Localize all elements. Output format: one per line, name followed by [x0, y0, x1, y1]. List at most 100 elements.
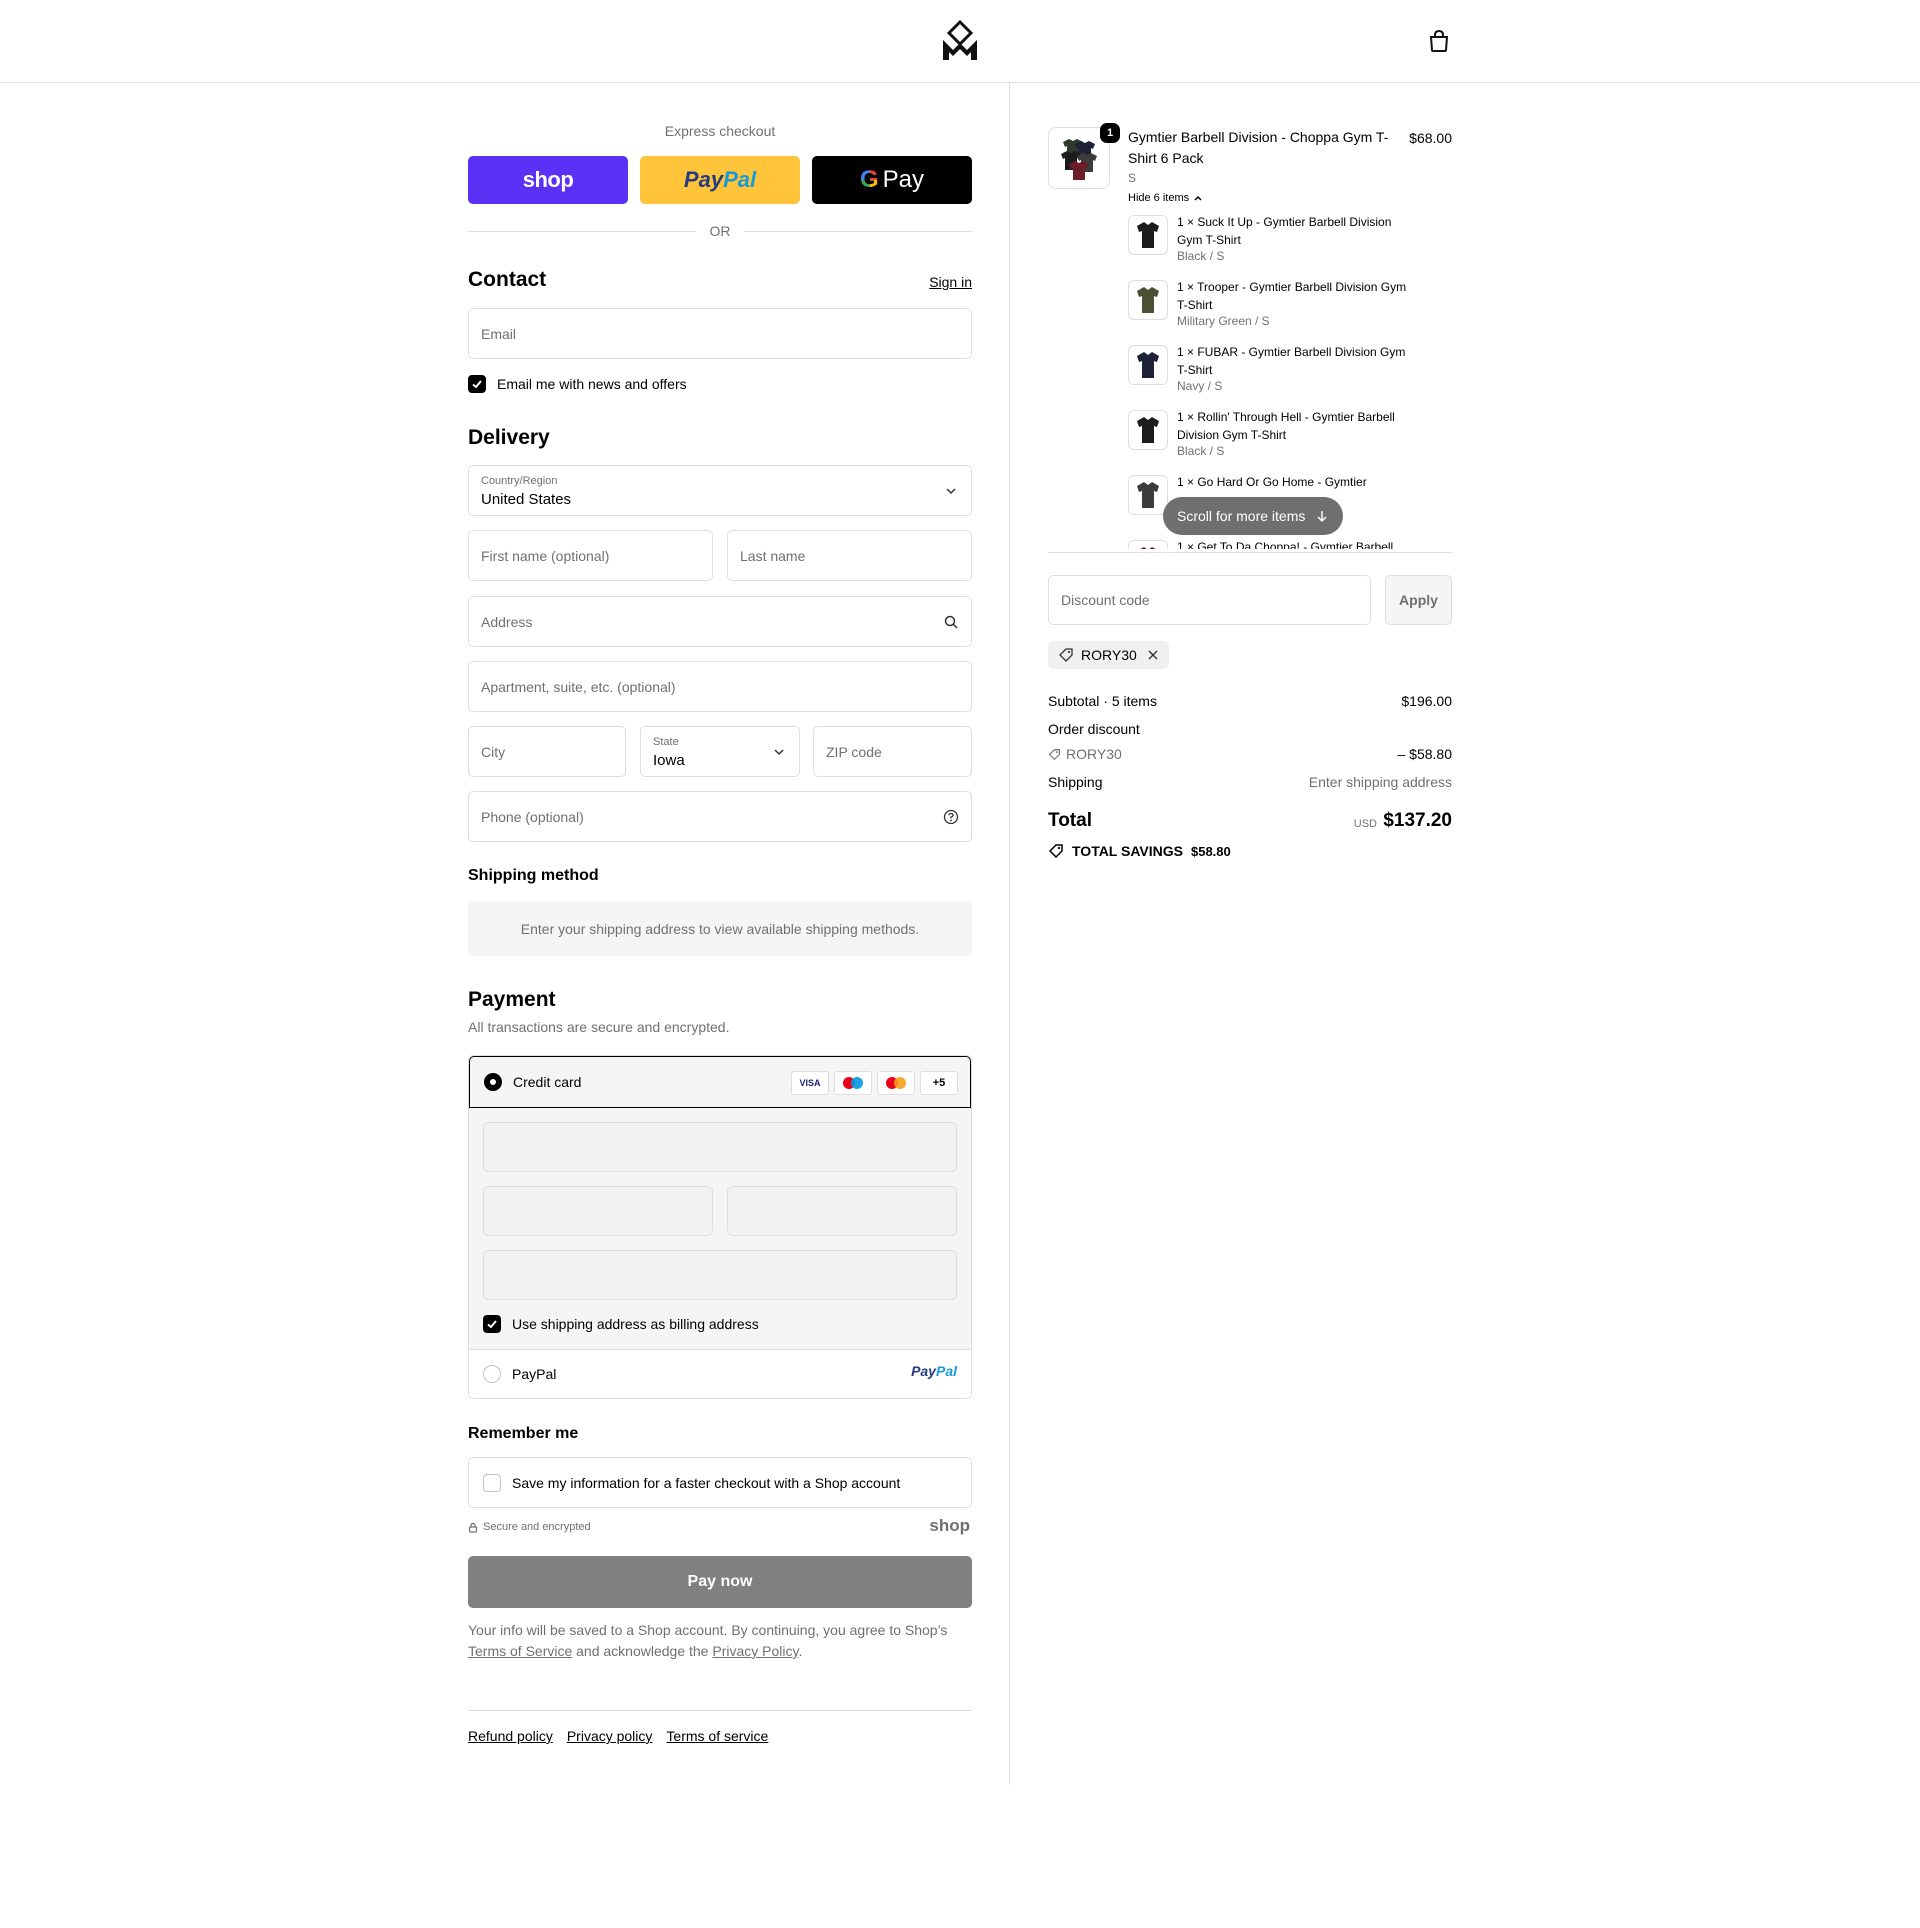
card-expiry-field[interactable]: [483, 1186, 713, 1236]
billing-checkbox-row[interactable]: Use shipping address as billing address: [483, 1315, 759, 1333]
bundle-item-title: 1 × Suck It Up - Gymtier Barbell Divisio…: [1177, 215, 1392, 247]
bundle-item-thumbnail: [1128, 475, 1168, 515]
paypal-radio[interactable]: [483, 1365, 501, 1383]
shop-pay-button[interactable]: shop: [468, 156, 628, 204]
tshirt-icon: [1137, 287, 1159, 313]
checkmark-icon: [472, 380, 482, 389]
news-checkbox-row[interactable]: Email me with news and offers: [468, 375, 687, 393]
email-field[interactable]: Email: [468, 308, 972, 359]
secure-label: Secure and encrypted: [483, 1521, 591, 1533]
discount-code-placeholder: Discount code: [1061, 592, 1150, 608]
credit-card-label: Credit card: [513, 1074, 582, 1090]
state-value: Iowa: [653, 752, 685, 769]
card-number-field[interactable]: [483, 1122, 957, 1172]
billing-checkbox[interactable]: [483, 1315, 501, 1333]
shop-pay-label: shop: [522, 167, 574, 192]
credit-card-radio[interactable]: [484, 1073, 502, 1091]
paypal-label-pal: Pal: [723, 167, 757, 192]
remember-checkbox-label: Save my information for a faster checkou…: [512, 1475, 901, 1491]
credit-card-option[interactable]: Credit card VISA +5: [469, 1056, 971, 1108]
card-name-field[interactable]: [483, 1250, 957, 1300]
cart-icon[interactable]: [1428, 29, 1450, 53]
express-checkout-title: Express checkout: [664, 123, 776, 139]
paypal-logo: PayPal: [911, 1363, 957, 1379]
header: [0, 0, 1920, 83]
remember-me-option[interactable]: Save my information for a faster checkou…: [468, 1457, 972, 1508]
bundle-item-title: 1 × Get To Da Choppa! - Gymtier Barbell: [1177, 540, 1394, 549]
bundle-item-title: 1 × FUBAR - Gymtier Barbell Division Gym…: [1177, 345, 1406, 377]
discount-code-field[interactable]: Discount code: [1048, 575, 1371, 625]
phone-field[interactable]: Phone (optional): [468, 791, 972, 842]
first-name-field[interactable]: First name (optional): [468, 530, 713, 581]
city-field[interactable]: City: [468, 726, 626, 777]
store-logo[interactable]: [940, 20, 980, 62]
scroll-more-button[interactable]: Scroll for more items: [1163, 497, 1344, 535]
shipping-method-message: Enter your shipping address to view avai…: [520, 920, 920, 937]
paypal-option[interactable]: PayPal PayPal: [469, 1350, 971, 1398]
contact-heading: Contact: [468, 268, 547, 291]
paypal-label-pay: Pay: [683, 167, 724, 192]
tshirt-icon: [1140, 547, 1156, 549]
remove-discount-icon[interactable]: [1147, 649, 1159, 661]
last-name-placeholder: Last name: [740, 548, 806, 564]
chevron-down-icon: [774, 749, 784, 756]
shipping-label: Shipping: [1048, 774, 1103, 790]
news-checkbox[interactable]: [468, 375, 486, 393]
discount-code-info: RORY30: [1048, 746, 1122, 762]
zip-field[interactable]: ZIP code: [813, 726, 972, 777]
footer-terms-of-service-link[interactable]: Terms of service: [666, 1728, 768, 1744]
country-label: Country/Region: [481, 475, 558, 487]
payment-options: Credit card VISA +5 Use shipping address…: [468, 1055, 972, 1399]
bundle-item-variant: Black / S: [1177, 444, 1225, 458]
paypal-logo-pal: Pal: [935, 1363, 957, 1379]
billing-checkbox-label: Use shipping address as billing address: [512, 1316, 759, 1332]
column-divider: [1009, 83, 1010, 1785]
tshirt-icon: [1137, 417, 1159, 443]
paypal-express-button[interactable]: Pay Pal: [640, 156, 800, 204]
bundle-item: 1 × Suck It Up - Gymtier Barbell Divisio…: [1128, 213, 1452, 273]
payment-heading: Payment: [468, 988, 556, 1011]
bundle-item: 1 × Trooper - Gymtier Barbell Division G…: [1128, 278, 1452, 338]
total-savings: TOTAL SAVINGS $58.80: [1048, 843, 1231, 859]
remember-checkbox[interactable]: [483, 1474, 501, 1492]
apply-discount-button[interactable]: Apply: [1385, 575, 1452, 625]
order-discount-row: Order discount: [1048, 721, 1452, 737]
discount-code-name: RORY30: [1066, 746, 1122, 762]
tag-icon: [1048, 844, 1063, 859]
bundle-item-variant: Black / S: [1177, 249, 1225, 263]
pay-now-button[interactable]: Pay now: [468, 1556, 972, 1608]
country-select[interactable]: Country/Region United States: [468, 465, 972, 516]
search-icon: [944, 615, 958, 629]
bundle-item: 1 × Get To Da Choppa! - Gymtier Barbell: [1128, 538, 1452, 549]
legal-text-3: .: [798, 1643, 803, 1659]
privacy-policy-link[interactable]: Privacy Policy: [712, 1643, 798, 1659]
google-pay-button[interactable]: G Pay: [812, 156, 972, 204]
bundle-item-title: 1 × Go Hard Or Go Home - Gymtier: [1177, 475, 1367, 489]
mastercard-icon: [877, 1071, 915, 1095]
bundle-item: 1 × Rollin' Through Hell - Gymtier Barbe…: [1128, 408, 1452, 468]
apartment-field[interactable]: Apartment, suite, etc. (optional): [468, 661, 972, 712]
card-cvv-field[interactable]: [727, 1186, 957, 1236]
checkmark-icon: [487, 1320, 497, 1329]
address-field[interactable]: Address: [468, 596, 972, 647]
remember-checkbox-row[interactable]: Save my information for a faster checkou…: [483, 1474, 900, 1492]
paypal-logo-pay: Pay: [911, 1363, 936, 1379]
footer-privacy-policy-link[interactable]: Privacy policy: [567, 1728, 653, 1744]
bundle-item-thumbnail: [1128, 345, 1168, 385]
state-select[interactable]: State Iowa: [640, 726, 800, 777]
or-separator: OR: [468, 221, 972, 241]
product-variant: S: [1128, 171, 1137, 185]
tshirt-icon: [1137, 352, 1159, 378]
bundle-item-variant: Military Green / S: [1177, 314, 1270, 328]
help-icon[interactable]: [943, 809, 959, 825]
subtotal-value: $196.00: [1401, 693, 1452, 709]
remember-me-heading: Remember me: [468, 1425, 579, 1442]
tshirt-icon: [1137, 482, 1159, 508]
more-brands-badge: +5: [920, 1071, 958, 1095]
terms-of-service-link[interactable]: Terms of Service: [468, 1643, 572, 1659]
last-name-field[interactable]: Last name: [727, 530, 972, 581]
hide-items-toggle[interactable]: Hide 6 items: [1128, 192, 1203, 204]
sign-in-link[interactable]: Sign in: [929, 274, 972, 290]
refund-policy-link[interactable]: Refund policy: [468, 1728, 553, 1744]
email-placeholder: Email: [481, 326, 517, 342]
